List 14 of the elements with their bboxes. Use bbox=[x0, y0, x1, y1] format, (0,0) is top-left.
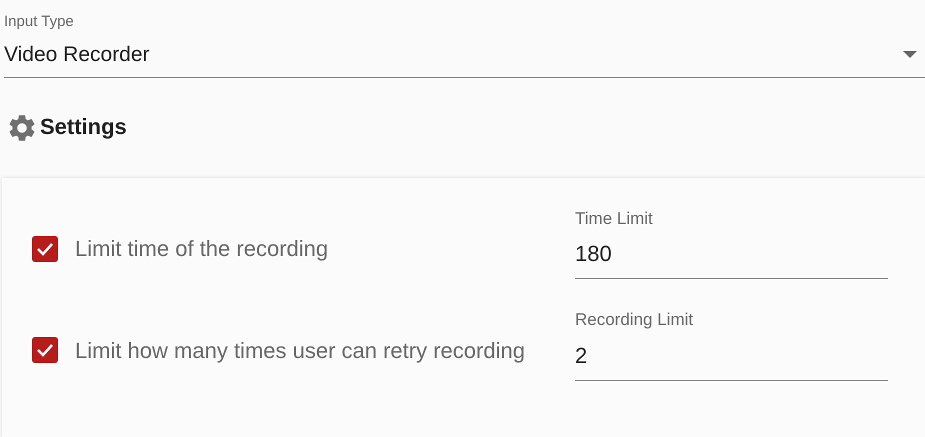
option-label: Limit time of the recording bbox=[75, 235, 328, 263]
checkbox[interactable] bbox=[32, 236, 58, 262]
field-label: Input Type bbox=[4, 12, 75, 29]
check-icon bbox=[36, 242, 54, 256]
option-label: Limit how many times user can retry recording bbox=[75, 336, 525, 365]
text-field[interactable]: 180 bbox=[575, 237, 888, 279]
select-field[interactable]: Video Recorder bbox=[4, 39, 925, 70]
section-title: Settings bbox=[40, 114, 127, 141]
field-label: Time Limit bbox=[575, 208, 654, 230]
caret-icon bbox=[903, 51, 917, 58]
check-icon bbox=[36, 343, 54, 357]
text-field[interactable]: 2 bbox=[575, 338, 888, 380]
checkbox[interactable] bbox=[32, 337, 58, 363]
field-label: Recording Limit bbox=[575, 309, 694, 331]
